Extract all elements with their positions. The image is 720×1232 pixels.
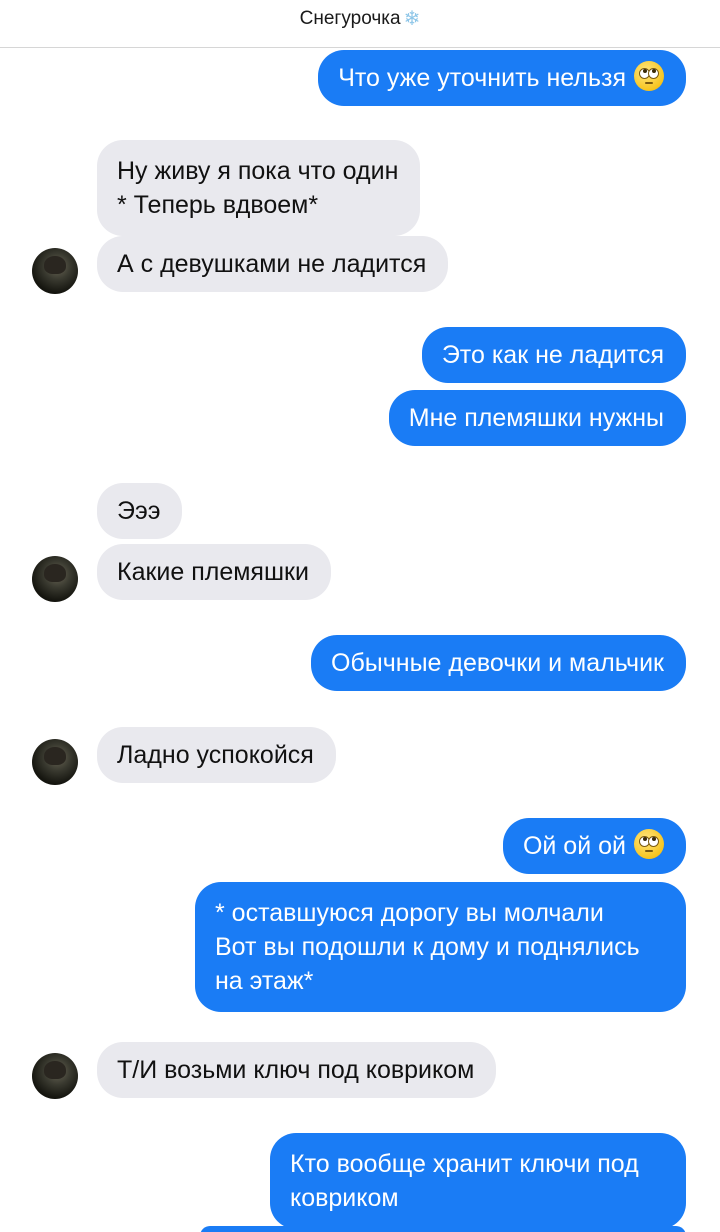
sender-avatar[interactable] [32,1053,78,1099]
message-bubble-incoming[interactable]: Ладно успокойся [97,727,336,783]
message-text: Какие племяшки [117,558,309,586]
message-bubble-outgoing[interactable]: Что уже уточнить нельзя [318,50,686,106]
message-text-line: Кто вообще хранит ключи под [290,1150,639,1178]
message-text-line: ковриком [290,1184,399,1212]
message-bubble-outgoing[interactable]: * оставшуюся дорогу вы молчали Вот вы по… [195,882,686,1012]
message-bubble-outgoing[interactable]: Ой ой ой [502,818,686,874]
message-bubble-incoming[interactable]: Ну живу я пока что один * Теперь вдвоем* [97,140,421,236]
rolling-eyes-emoji-icon [634,829,664,859]
message-bubble-outgoing[interactable]: Кто вообще хранит ключи под ковриком [270,1133,686,1229]
message-bubble-outgoing-partial[interactable] [200,1226,686,1232]
message-text: Эээ [117,497,161,525]
message-text: Ладно успокойся [117,741,314,769]
sender-avatar[interactable] [32,248,78,294]
sender-avatar[interactable] [32,556,78,602]
message-bubble-incoming[interactable]: Какие племяшки [97,544,331,600]
message-text: Мне племяшки нужны [408,404,664,432]
message-bubble-incoming[interactable]: Т/И возьми ключ под ковриком [97,1042,497,1098]
message-text: Обычные девочки и мальчик [331,649,664,677]
message-text: Что уже уточнить нельзя [338,64,626,92]
message-bubble-outgoing[interactable]: Это как не ладится [421,327,686,383]
message-text: Ой ой ой [522,832,626,860]
message-text-line: Ну живу я пока что один [117,157,399,185]
message-bubble-outgoing[interactable]: Мне племяшки нужны [388,390,686,446]
message-text: Это как не ладится [441,341,664,369]
contact-name-button[interactable]: Снегурочка ❄ [300,6,421,31]
message-bubble-outgoing[interactable]: Обычные девочки и мальчик [311,635,686,691]
sender-avatar[interactable] [32,739,78,785]
chat-screen: Снегурочка ❄ Что уже уточнить нельзя Ну … [0,0,720,1232]
message-text-line: на этаж* [215,967,314,995]
message-bubble-incoming[interactable]: Эээ [97,483,183,539]
message-text: Т/И возьми ключ под ковриком [117,1056,475,1084]
chat-header: Снегурочка ❄ [0,0,720,48]
contact-name: Снегурочка [299,7,401,29]
rolling-eyes-emoji-icon [634,61,664,91]
snowflake-icon: ❄ [403,8,421,30]
message-text-line: * оставшуюся дорогу вы молчали [215,899,604,927]
message-bubble-incoming[interactable]: А с девушками не ладится [97,236,449,292]
message-text-line: * Теперь вдвоем* [117,191,319,219]
message-text-line: Вот вы подошли к дому и поднялись [215,933,640,961]
message-text: А с девушками не ладится [117,250,427,278]
